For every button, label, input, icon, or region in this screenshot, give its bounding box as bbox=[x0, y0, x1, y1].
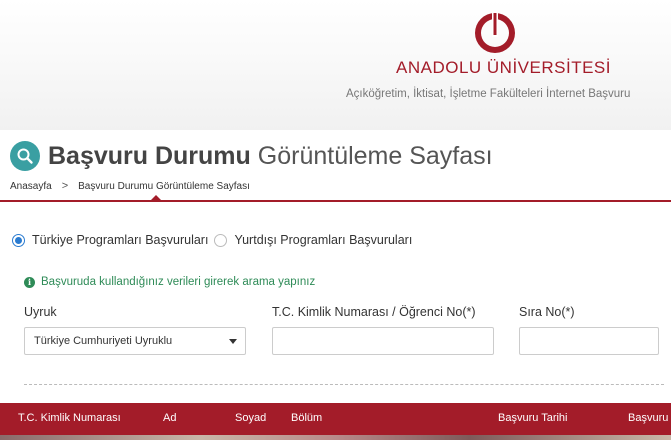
breadcrumb-home-link[interactable]: Anasayfa bbox=[10, 181, 52, 192]
chevron-down-icon bbox=[229, 339, 237, 344]
breadcrumb: Anasayfa > Başvuru Durumu Görüntüleme Sa… bbox=[10, 180, 250, 192]
radio-turkiye-programs-label[interactable]: Türkiye Programları Başvuruları bbox=[32, 233, 208, 247]
site-header: ANADOLU ÜNİVERSİTESİ Açıköğretim, İktisa… bbox=[0, 0, 671, 130]
results-table-header: T.C. Kimlik Numarası Ad Soyad Bölüm Başv… bbox=[0, 403, 671, 435]
radio-turkiye-programs[interactable] bbox=[12, 233, 25, 247]
id-number-input[interactable] bbox=[272, 327, 494, 355]
column-header-ad: Ad bbox=[163, 412, 177, 424]
nationality-label: Uyruk bbox=[24, 305, 57, 319]
anadolu-logo-icon[interactable] bbox=[470, 10, 520, 56]
column-header-soyad: Soyad bbox=[235, 412, 267, 424]
page-title-row: Başvuru Durumu Görüntüleme Sayfası bbox=[10, 138, 493, 174]
info-message: i Başvuruda kullandığınız verileri girer… bbox=[24, 276, 315, 288]
site-tagline: Açıköğretim, İktisat, İşletme Fakülteler… bbox=[346, 88, 631, 100]
id-number-label: T.C. Kimlik Numarası / Öğrenci No(*) bbox=[272, 305, 476, 319]
page-title: Başvuru Durumu Görüntüleme Sayfası bbox=[48, 142, 493, 171]
table-row-preview bbox=[0, 435, 671, 440]
nationality-select[interactable]: Türkiye Cumhuriyeti Uyruklu bbox=[24, 327, 246, 355]
info-message-text: Başvuruda kullandığınız verileri girerek… bbox=[41, 276, 316, 288]
dashed-divider bbox=[24, 384, 664, 385]
order-number-label: Sıra No(*) bbox=[519, 305, 575, 319]
program-type-selector: Türkiye Programları Başvuruları Yurtdışı… bbox=[12, 233, 412, 247]
nationality-select-value: Türkiye Cumhuriyeti Uyruklu bbox=[34, 335, 173, 347]
radio-yurtdisi-programs[interactable] bbox=[214, 233, 228, 247]
column-header-basvuru-tarihi: Başvuru Tarihi bbox=[498, 412, 568, 424]
info-icon: i bbox=[24, 276, 35, 288]
breadcrumb-current: Başvuru Durumu Görüntüleme Sayfası bbox=[78, 180, 250, 192]
page-title-bold: Başvuru Durumu bbox=[48, 141, 251, 170]
column-header-bolum: Bölüm bbox=[291, 412, 323, 424]
search-icon bbox=[10, 141, 40, 171]
university-name: ANADOLU ÜNİVERSİTESİ bbox=[396, 58, 611, 77]
column-header-tc: T.C. Kimlik Numarası bbox=[18, 412, 121, 424]
order-number-input[interactable] bbox=[519, 327, 659, 355]
radio-yurtdisi-programs-label[interactable]: Yurtdışı Programları Başvuruları bbox=[234, 233, 412, 247]
page-title-light: Görüntüleme Sayfası bbox=[257, 141, 493, 170]
breadcrumb-separator-icon: > bbox=[61, 180, 69, 192]
column-header-basvuru: Başvuru bbox=[628, 412, 669, 424]
breadcrumb-divider bbox=[0, 200, 671, 202]
